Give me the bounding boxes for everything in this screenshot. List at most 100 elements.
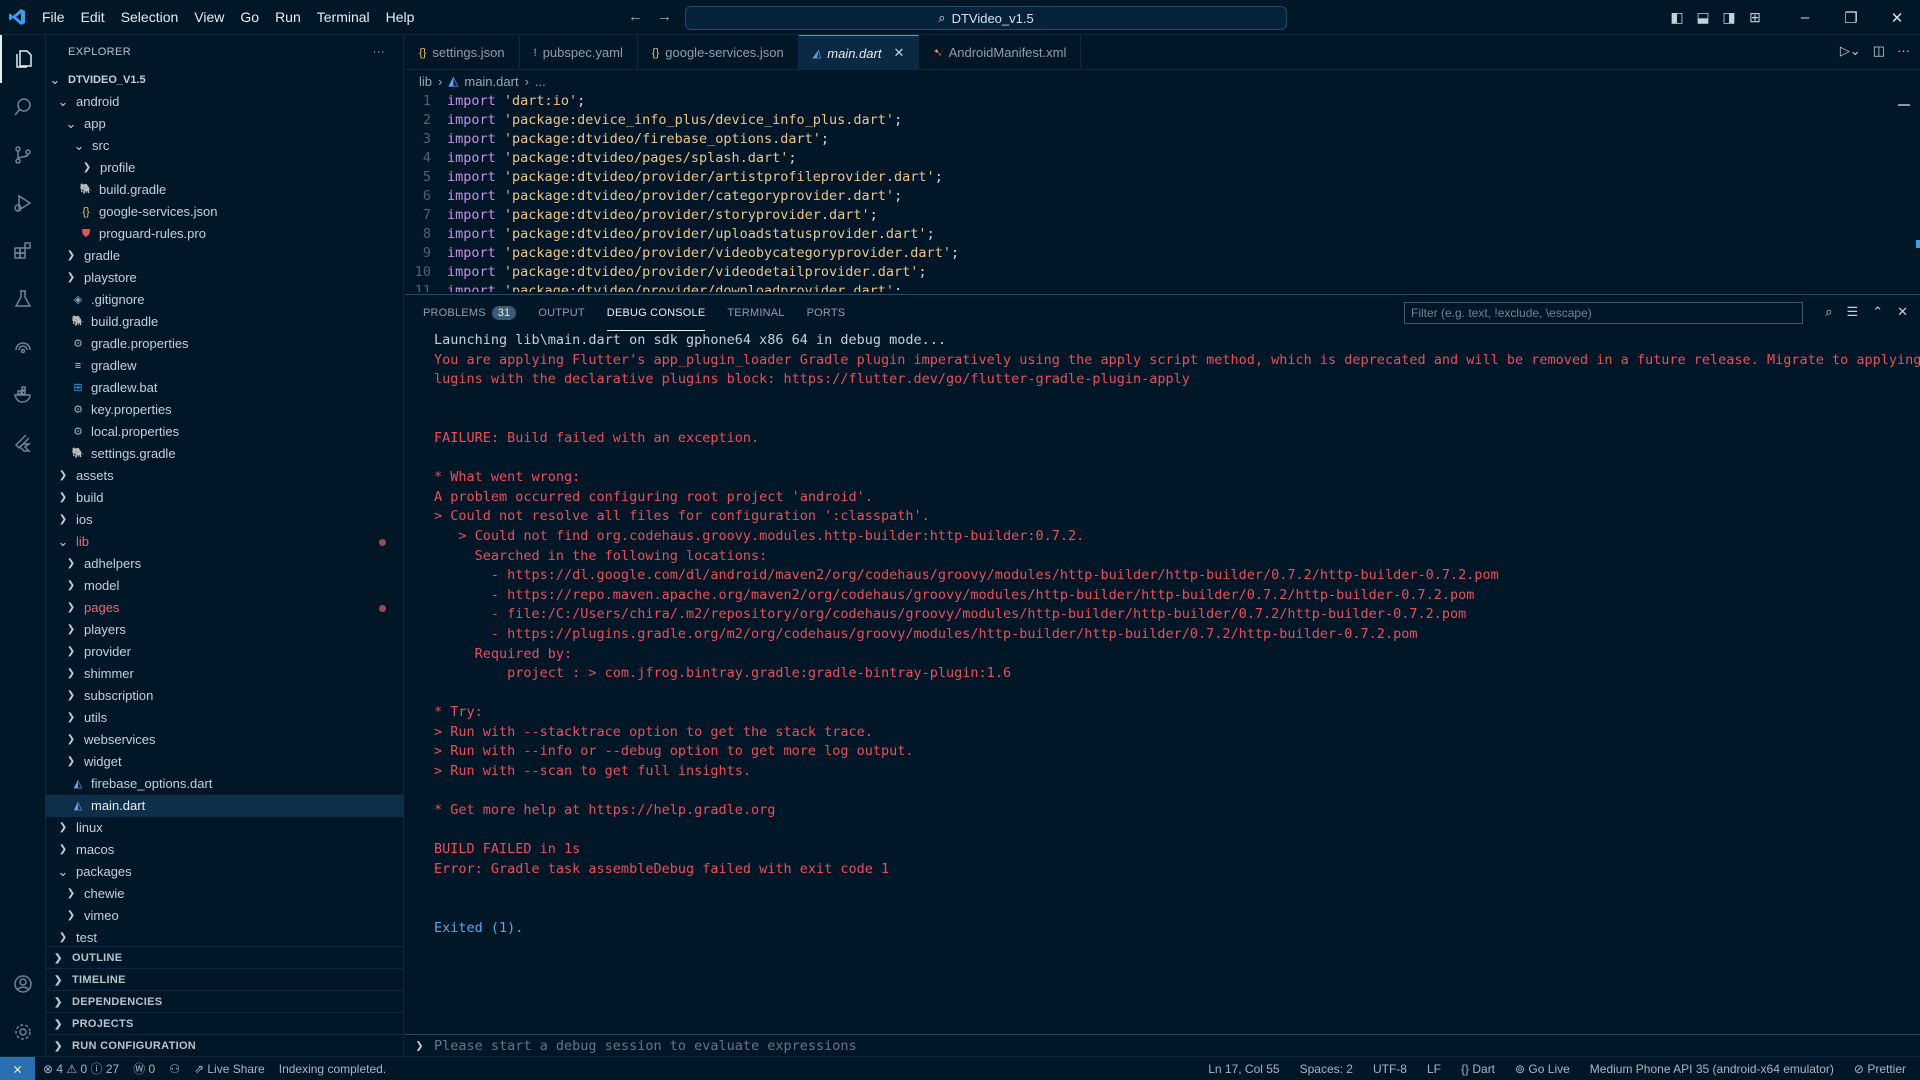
tree-item[interactable]: 🐘 build.gradle (46, 311, 404, 333)
debug-status-icon[interactable]: ⚇ (169, 1062, 180, 1076)
menu-go[interactable]: Go (232, 9, 267, 25)
console-filter-input[interactable]: Filter (e.g. text, !exclude, \escape) (1404, 302, 1803, 324)
tree-item[interactable]: ❯ players (46, 619, 404, 641)
maximize-panel-icon[interactable]: ⌃ (1872, 304, 1883, 320)
menu-file[interactable]: File (34, 9, 73, 25)
tree-item[interactable]: ❯ subscription (46, 685, 404, 707)
minimap-slider[interactable] (1898, 104, 1910, 106)
run-debug-dropdown-icon[interactable]: ▷⌄ (1840, 43, 1861, 59)
close-panel-icon[interactable]: ✕ (1897, 304, 1908, 320)
breadcrumb-more[interactable]: ... (535, 74, 546, 89)
end-of-line[interactable]: LF (1427, 1062, 1441, 1076)
tab-output[interactable]: OUTPUT (538, 295, 584, 331)
section-dependencies[interactable]: ❯ DEPENDENCIES (46, 990, 404, 1012)
encoding[interactable]: UTF-8 (1373, 1062, 1407, 1076)
tab-problems[interactable]: PROBLEMS 31 (423, 295, 517, 331)
close-window-icon[interactable]: ✕ (1874, 9, 1920, 27)
editor-tab[interactable]: {} google-services.json (638, 35, 799, 70)
prettier-status[interactable]: ⊘ Prettier (1854, 1062, 1906, 1076)
menu-terminal[interactable]: Terminal (309, 9, 378, 25)
tree-item[interactable]: ❯ widget (46, 751, 404, 773)
tree-item[interactable]: ❯ utils (46, 707, 404, 729)
remote-indicator-icon[interactable]: ⨯ (0, 1056, 35, 1080)
toggle-sidebar-icon[interactable]: ◧ (1664, 9, 1690, 26)
toggle-panel-icon[interactable]: ⬓ (1690, 9, 1716, 26)
toggle-secondary-sidebar-icon[interactable]: ◨ (1716, 9, 1742, 26)
tree-item[interactable]: ⚙ gradle.properties (46, 333, 404, 355)
menu-help[interactable]: Help (378, 9, 423, 25)
indentation[interactable]: Spaces: 2 (1300, 1062, 1353, 1076)
tab-terminal[interactable]: TERMINAL (727, 295, 784, 331)
debug-eval-input[interactable]: ❯ Please start a debug session to evalua… (405, 1034, 1920, 1056)
tree-item[interactable]: ⌄ packages (46, 861, 404, 883)
tree-item[interactable]: ❯ playstore (46, 267, 404, 289)
tree-item[interactable]: ❯ linux (46, 817, 404, 839)
more-actions-icon[interactable]: ··· (1897, 43, 1910, 59)
menu-edit[interactable]: Edit (73, 9, 113, 25)
tree-item[interactable]: ⚙ key.properties (46, 399, 404, 421)
menu-selection[interactable]: Selection (113, 9, 187, 25)
editor-tab[interactable]: ! pubspec.yaml (520, 35, 638, 70)
menu-view[interactable]: View (186, 9, 232, 25)
tree-item[interactable]: ⚙ local.properties (46, 421, 404, 443)
tree-item[interactable]: ❯ provider (46, 641, 404, 663)
cursor-position[interactable]: Ln 17, Col 55 (1208, 1062, 1279, 1076)
tree-item[interactable]: ❯ vimeo (46, 905, 404, 927)
docker-icon[interactable] (0, 371, 46, 419)
manage-gear-icon[interactable] (0, 1008, 46, 1056)
section-projects[interactable]: ❯ PROJECTS (46, 1012, 404, 1034)
tree-item[interactable]: ❯ model (46, 575, 404, 597)
tree-item[interactable]: 🐘 settings.gradle (46, 443, 404, 465)
forward-arrow-icon[interactable]: → (657, 8, 672, 25)
tab-debug-console[interactable]: DEBUG CONSOLE (606, 295, 706, 331)
editor-tab[interactable]: ◭ main.dart ✕ (798, 35, 920, 70)
tree-item[interactable]: ⊞ gradlew.bat (46, 377, 404, 399)
tree-item[interactable]: ❯ webservices (46, 729, 404, 751)
tree-item[interactable]: ≡ gradlew (46, 355, 404, 377)
section-outline[interactable]: ❯ OUTLINE (46, 946, 404, 968)
tree-item[interactable]: ⌄ app (46, 113, 404, 135)
minimize-icon[interactable]: – (1782, 9, 1828, 26)
section-timeline[interactable]: ❯ TIMELINE (46, 968, 404, 990)
more-actions-icon[interactable]: ··· (373, 46, 385, 58)
tree-item[interactable]: ❯ pages (46, 597, 404, 619)
restore-icon[interactable]: ❐ (1828, 9, 1874, 27)
editor-tab[interactable]: {} settings.json (405, 35, 520, 70)
tree-item[interactable]: ❯ profile (46, 157, 404, 179)
extensions-icon[interactable] (0, 227, 46, 275)
tree-item[interactable]: ❯ adhelpers (46, 553, 404, 575)
split-editor-icon[interactable]: ◫ (1873, 43, 1885, 59)
close-tab-icon[interactable]: ✕ (893, 45, 904, 61)
code-editor[interactable]: 1 import 'dart:io'; 2 import 'package:devic… (405, 92, 1920, 292)
tree-item[interactable]: ❯ ios (46, 509, 404, 531)
menu-run[interactable]: Run (267, 9, 309, 25)
tree-item[interactable]: ◭ main.dart (46, 795, 404, 817)
remote-explorer-icon[interactable] (0, 323, 46, 371)
breadcrumb-folder[interactable]: lib (419, 74, 432, 89)
accounts-icon[interactable] (0, 960, 46, 1008)
tree-item[interactable]: ❯ macos (46, 839, 404, 861)
tree-item[interactable]: ❯ chewie (46, 883, 404, 905)
filter-search-icon[interactable]: ⌕ (1825, 304, 1832, 320)
tree-item[interactable]: ⌄ DTVIDEO_V1.5 (46, 69, 404, 91)
source-control-icon[interactable] (0, 131, 46, 179)
tree-item[interactable]: ⌄ src (46, 135, 404, 157)
device-selector[interactable]: Medium Phone API 35 (android-x64 emulato… (1590, 1062, 1834, 1076)
explorer-icon[interactable] (0, 35, 46, 83)
command-center-search[interactable]: ⌕ DTVideo_v1.5 (685, 6, 1287, 30)
problems-status[interactable]: ⊗ 4 ⚠ 0 ⓘ 27 (43, 1060, 119, 1077)
search-icon[interactable] (0, 83, 46, 131)
back-arrow-icon[interactable]: ← (628, 8, 643, 25)
go-live-status[interactable]: ⊚ Go Live (1515, 1062, 1570, 1076)
tree-item[interactable]: ❯ assets (46, 465, 404, 487)
language-mode[interactable]: {} Dart (1461, 1062, 1495, 1076)
testing-icon[interactable] (0, 275, 46, 323)
breadcrumb-file[interactable]: main.dart (464, 74, 518, 89)
clear-console-icon[interactable]: ☰ (1847, 304, 1859, 320)
run-debug-icon[interactable] (0, 179, 46, 227)
flutter-icon[interactable] (0, 419, 46, 467)
tree-item[interactable]: 🐘 build.gradle (46, 179, 404, 201)
tree-item[interactable]: ❯ build (46, 487, 404, 509)
tree-item[interactable]: ⌄ lib (46, 531, 404, 553)
live-share-status[interactable]: ⇗ Live Share (194, 1062, 265, 1076)
